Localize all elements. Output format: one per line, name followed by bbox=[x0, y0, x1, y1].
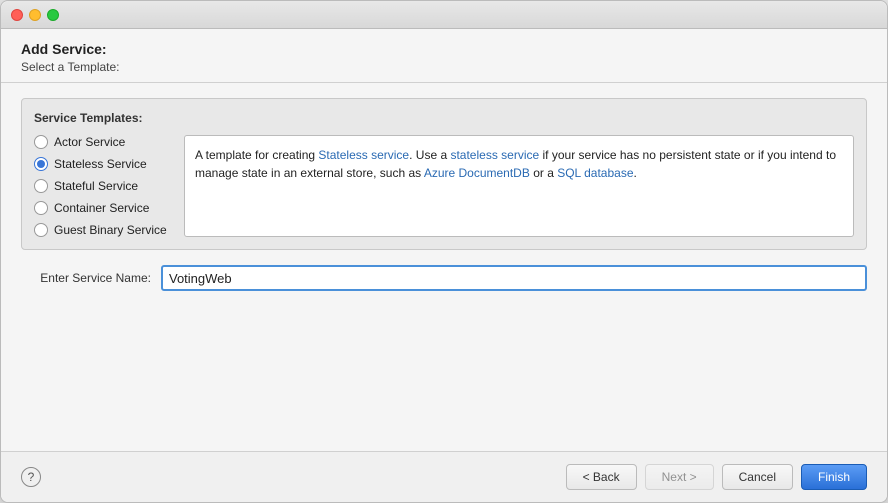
service-name-input[interactable] bbox=[161, 265, 867, 291]
service-templates-section: Service Templates: Actor Service Statele… bbox=[21, 98, 867, 250]
description-highlight-2: stateless service bbox=[450, 148, 539, 162]
title-bar bbox=[1, 1, 887, 29]
templates-area: Actor Service Stateless Service Stateful… bbox=[34, 135, 854, 237]
maximize-button[interactable] bbox=[47, 9, 59, 21]
description-highlight-4: SQL database bbox=[557, 166, 633, 180]
radio-stateless-label: Stateless Service bbox=[54, 157, 147, 171]
section-title: Service Templates: bbox=[34, 111, 854, 125]
footer-left: ? bbox=[21, 467, 41, 487]
service-name-row: Enter Service Name: bbox=[21, 265, 867, 291]
radio-guest-icon[interactable] bbox=[34, 223, 48, 237]
service-name-label: Enter Service Name: bbox=[21, 271, 151, 285]
cancel-button[interactable]: Cancel bbox=[722, 464, 793, 490]
template-list: Actor Service Stateless Service Stateful… bbox=[34, 135, 174, 237]
traffic-lights bbox=[11, 9, 59, 21]
next-button[interactable]: Next > bbox=[645, 464, 714, 490]
radio-actor-icon[interactable] bbox=[34, 135, 48, 149]
radio-stateful-icon[interactable] bbox=[34, 179, 48, 193]
radio-guest-binary-service[interactable]: Guest Binary Service bbox=[34, 223, 174, 237]
help-button[interactable]: ? bbox=[21, 467, 41, 487]
radio-stateful-service[interactable]: Stateful Service bbox=[34, 179, 174, 193]
radio-container-icon[interactable] bbox=[34, 201, 48, 215]
radio-container-service[interactable]: Container Service bbox=[34, 201, 174, 215]
dialog-content: Service Templates: Actor Service Statele… bbox=[1, 83, 887, 451]
radio-stateless-icon[interactable] bbox=[34, 157, 48, 171]
dialog-window: Add Service: Select a Template: Service … bbox=[0, 0, 888, 503]
dialog-header: Add Service: Select a Template: bbox=[1, 29, 887, 83]
footer-right: < Back Next > Cancel Finish bbox=[566, 464, 867, 490]
dialog-footer: ? < Back Next > Cancel Finish bbox=[1, 451, 887, 502]
help-icon-label: ? bbox=[28, 470, 35, 484]
content-spacer bbox=[21, 306, 867, 436]
radio-actor-service[interactable]: Actor Service bbox=[34, 135, 174, 149]
description-highlight-3: Azure DocumentDB bbox=[424, 166, 530, 180]
radio-container-label: Container Service bbox=[54, 201, 149, 215]
radio-stateful-label: Stateful Service bbox=[54, 179, 138, 193]
dialog-title: Add Service: bbox=[21, 41, 867, 57]
radio-guest-label: Guest Binary Service bbox=[54, 223, 167, 237]
finish-button[interactable]: Finish bbox=[801, 464, 867, 490]
radio-stateless-service[interactable]: Stateless Service bbox=[34, 157, 174, 171]
description-highlight-1: Stateless service bbox=[318, 148, 409, 162]
dialog-subtitle: Select a Template: bbox=[21, 60, 867, 74]
close-button[interactable] bbox=[11, 9, 23, 21]
radio-actor-label: Actor Service bbox=[54, 135, 125, 149]
minimize-button[interactable] bbox=[29, 9, 41, 21]
template-description: A template for creating Stateless servic… bbox=[184, 135, 854, 237]
back-button[interactable]: < Back bbox=[566, 464, 637, 490]
